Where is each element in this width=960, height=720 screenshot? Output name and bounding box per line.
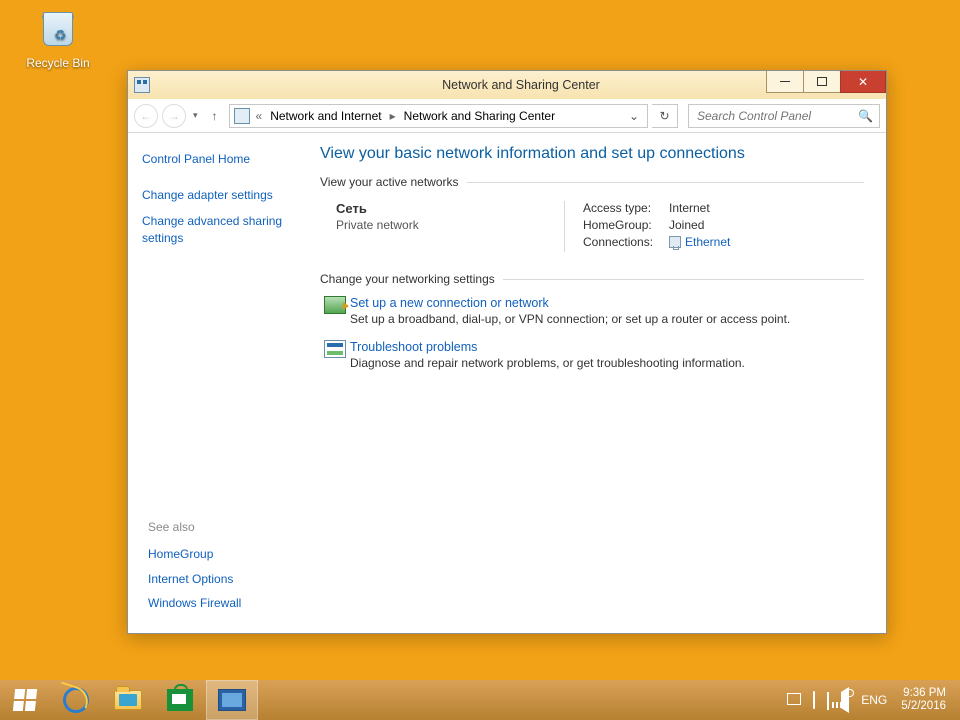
ethernet-icon	[669, 236, 681, 248]
sidebar: Control Panel Home Change adapter settin…	[128, 133, 316, 633]
tray-speaker-icon[interactable]	[835, 692, 855, 708]
chevron-right-icon: ▸	[388, 109, 398, 123]
access-type-label: Access type:	[583, 201, 669, 215]
recycle-bin-label: Recycle Bin	[24, 56, 92, 70]
nav-up-button[interactable]: ↑	[205, 109, 225, 123]
refresh-button[interactable]: ↻	[652, 104, 678, 128]
ie-icon	[63, 687, 89, 713]
troubleshoot-desc: Diagnose and repair network problems, or…	[350, 356, 745, 370]
search-box[interactable]: 🔍	[688, 104, 880, 128]
network-name: Сеть	[336, 201, 367, 216]
windows-logo-icon	[13, 689, 37, 711]
active-networks-caption: View your active networks	[320, 175, 864, 189]
titlebar[interactable]: Network and Sharing Center ✕	[128, 71, 886, 99]
see-also-heading: See also	[148, 520, 241, 534]
network-type: Private network	[336, 218, 564, 232]
breadcrumb-1[interactable]: Network and Internet	[268, 108, 383, 124]
sidebar-home[interactable]: Control Panel Home	[142, 151, 302, 167]
homegroup-label: HomeGroup:	[583, 218, 669, 232]
tray-network-icon[interactable]	[821, 692, 835, 708]
tray-security-icon[interactable]	[781, 692, 807, 708]
connection-link[interactable]: Ethernet	[685, 235, 730, 249]
page-heading: View your basic network information and …	[320, 145, 864, 163]
start-button[interactable]	[0, 680, 50, 720]
search-icon[interactable]: 🔍	[858, 109, 873, 123]
close-button[interactable]: ✕	[840, 71, 886, 93]
nav-history-dropdown[interactable]: ▾	[190, 110, 201, 121]
new-connection-icon	[324, 296, 346, 314]
sidebar-adapter-settings[interactable]: Change adapter settings	[142, 187, 302, 203]
recycle-bin-icon: ♻	[40, 12, 76, 54]
address-icon	[234, 108, 250, 124]
taskbar: ENG 9:36 PM 5/2/2016	[0, 680, 960, 720]
search-input[interactable]	[695, 108, 858, 124]
nav-toolbar: ← → ▾ ↑ « Network and Internet ▸ Network…	[128, 99, 886, 133]
troubleshoot-link[interactable]: Troubleshoot problems	[350, 340, 745, 354]
nav-back-button[interactable]: ←	[134, 104, 158, 128]
new-connection-desc: Set up a broadband, dial-up, or VPN conn…	[350, 312, 790, 326]
new-connection-link[interactable]: Set up a new connection or network	[350, 296, 790, 310]
system-tray: ENG 9:36 PM 5/2/2016	[781, 680, 960, 720]
taskbar-control-panel[interactable]	[206, 680, 258, 720]
tray-time: 9:36 PM	[901, 687, 946, 700]
address-dropdown[interactable]: ⌄	[625, 109, 643, 123]
minimize-button[interactable]	[766, 71, 804, 93]
tray-language[interactable]: ENG	[855, 693, 893, 707]
control-panel-window: Network and Sharing Center ✕ ← → ▾ ↑ « N…	[127, 70, 887, 634]
homegroup-link[interactable]: Joined	[669, 218, 704, 232]
taskbar-file-explorer[interactable]	[102, 680, 154, 720]
see-also-homegroup[interactable]: HomeGroup	[148, 546, 241, 562]
store-icon	[167, 689, 193, 711]
window-icon	[134, 77, 150, 93]
tray-date: 5/2/2016	[901, 700, 946, 713]
tray-action-center-icon[interactable]	[807, 692, 821, 708]
recycle-bin[interactable]: ♻ Recycle Bin	[24, 6, 92, 70]
tray-clock[interactable]: 9:36 PM 5/2/2016	[893, 687, 954, 713]
see-also-windows-firewall[interactable]: Windows Firewall	[148, 595, 241, 611]
maximize-button[interactable]	[803, 71, 841, 93]
folder-icon	[114, 690, 142, 710]
content-pane: View your basic network information and …	[316, 133, 886, 633]
control-panel-icon	[218, 689, 246, 711]
access-type-value: Internet	[669, 201, 710, 215]
breadcrumb-overflow[interactable]: «	[254, 109, 265, 123]
sidebar-advanced-sharing[interactable]: Change advanced sharing settings	[142, 213, 302, 245]
troubleshoot-icon	[324, 340, 346, 358]
networking-settings-caption: Change your networking settings	[320, 272, 864, 286]
breadcrumb-2[interactable]: Network and Sharing Center	[402, 108, 557, 124]
taskbar-ie[interactable]	[50, 680, 102, 720]
taskbar-store[interactable]	[154, 680, 206, 720]
see-also-internet-options[interactable]: Internet Options	[148, 571, 241, 587]
address-bar[interactable]: « Network and Internet ▸ Network and Sha…	[229, 104, 648, 128]
connections-label: Connections:	[583, 235, 669, 249]
nav-forward-button[interactable]: →	[162, 104, 186, 128]
